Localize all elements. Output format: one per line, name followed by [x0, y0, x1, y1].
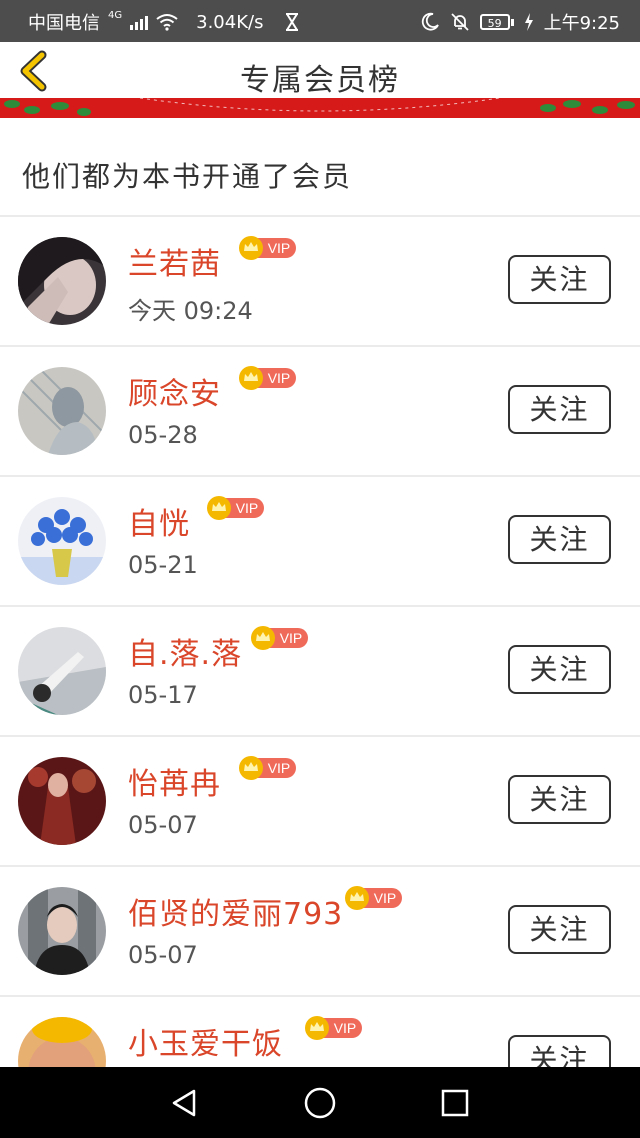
member-date: 05-21 [128, 551, 198, 579]
member-name[interactable]: 自.落.落 [128, 629, 242, 673]
list-item[interactable]: 佰贤的爱丽793 VIP 05-07 关注 [0, 867, 640, 997]
list-item[interactable]: 自.落.落 VIP 05-17 关注 [0, 607, 640, 737]
follow-button[interactable]: 关注 [508, 775, 611, 824]
avatar[interactable] [18, 367, 106, 455]
follow-button[interactable]: 关注 [508, 385, 611, 434]
carrier-label: 中国电信 [28, 13, 100, 34]
decorative-banner [0, 98, 640, 118]
nav-home-button[interactable] [302, 1085, 338, 1121]
signal-icon [130, 14, 149, 30]
moon-icon [421, 12, 439, 31]
list-item[interactable]: 顾念安 VIP 05-28 关注 [0, 347, 640, 477]
vip-badge: VIP [239, 366, 296, 390]
system-nav-bar [0, 1067, 640, 1138]
battery-level: 59 [479, 14, 510, 30]
status-bar: 中国电信 4G 3.04K/s 59 上午9:25 [0, 0, 640, 42]
bell-off-icon [450, 13, 469, 31]
battery-icon: 59 [479, 14, 514, 30]
follow-button[interactable]: 关注 [508, 255, 611, 304]
nav-recents-button[interactable] [437, 1085, 473, 1121]
member-date: 今天 09:24 [128, 297, 253, 325]
member-date: 05-17 [128, 681, 198, 709]
svg-text:VIP: VIP [334, 1020, 357, 1036]
list-item[interactable]: 自恍 VIP 05-21 关注 [0, 477, 640, 607]
avatar[interactable] [18, 497, 106, 585]
member-name[interactable]: 顾念安 [128, 369, 221, 413]
vip-badge: VIP [239, 236, 296, 260]
svg-text:VIP: VIP [236, 500, 259, 516]
app-header: 专属会员榜 [0, 42, 640, 98]
vip-badge: VIP [345, 886, 402, 910]
member-name[interactable]: 小玉爱干饭 [128, 1019, 283, 1063]
circle-home-icon [304, 1087, 336, 1119]
clock-label: 上午9:25 [543, 13, 620, 34]
follow-button[interactable]: 关注 [508, 515, 611, 564]
member-date: 05-07 [128, 941, 198, 969]
list-item[interactable]: 怡苒冉 VIP 05-07 关注 [0, 737, 640, 867]
vip-badge: VIP [207, 496, 264, 520]
follow-button[interactable]: 关注 [508, 905, 611, 954]
member-name[interactable]: 自恍 [128, 499, 190, 543]
section-heading: 他们都为本书开通了会员 [22, 160, 353, 193]
wifi-icon [156, 14, 178, 31]
svg-text:VIP: VIP [280, 630, 303, 646]
list-item[interactable]: 兰若茜 VIP 今天 09:24 关注 [0, 217, 640, 347]
vip-badge: VIP [305, 1016, 362, 1040]
svg-text:VIP: VIP [268, 370, 291, 386]
member-name[interactable]: 佰贤的爱丽793 [128, 889, 343, 933]
square-recents-icon [441, 1089, 469, 1117]
member-date: 05-07 [128, 811, 198, 839]
member-name[interactable]: 怡苒冉 [128, 759, 221, 803]
status-right: 59 上午9:25 [420, 9, 620, 35]
nav-back-button[interactable] [166, 1085, 202, 1121]
avatar[interactable] [18, 237, 106, 325]
member-date: 05-28 [128, 421, 198, 449]
status-left: 中国电信 4G 3.04K/s [28, 9, 299, 35]
avatar[interactable] [18, 887, 106, 975]
charging-icon [524, 13, 533, 31]
member-name[interactable]: 兰若茜 [128, 239, 221, 283]
triangle-back-icon [172, 1089, 196, 1117]
follow-button[interactable]: 关注 [508, 645, 611, 694]
avatar[interactable] [18, 757, 106, 845]
svg-text:VIP: VIP [374, 890, 397, 906]
svg-text:VIP: VIP [268, 240, 291, 256]
banner-decoration [0, 98, 640, 118]
vip-badge: VIP [251, 626, 308, 650]
avatar[interactable] [18, 627, 106, 715]
hourglass-icon [286, 13, 299, 31]
network-speed-label: 3.04K/s [196, 11, 264, 33]
vip-badge: VIP [239, 756, 296, 780]
svg-text:VIP: VIP [268, 760, 291, 776]
page-title: 专属会员榜 [240, 63, 400, 98]
member-list[interactable]: 兰若茜 VIP 今天 09:24 关注 顾念安 VIP 05-28 关注 自恍 … [0, 217, 640, 1125]
network-type-label: 4G [108, 9, 123, 21]
